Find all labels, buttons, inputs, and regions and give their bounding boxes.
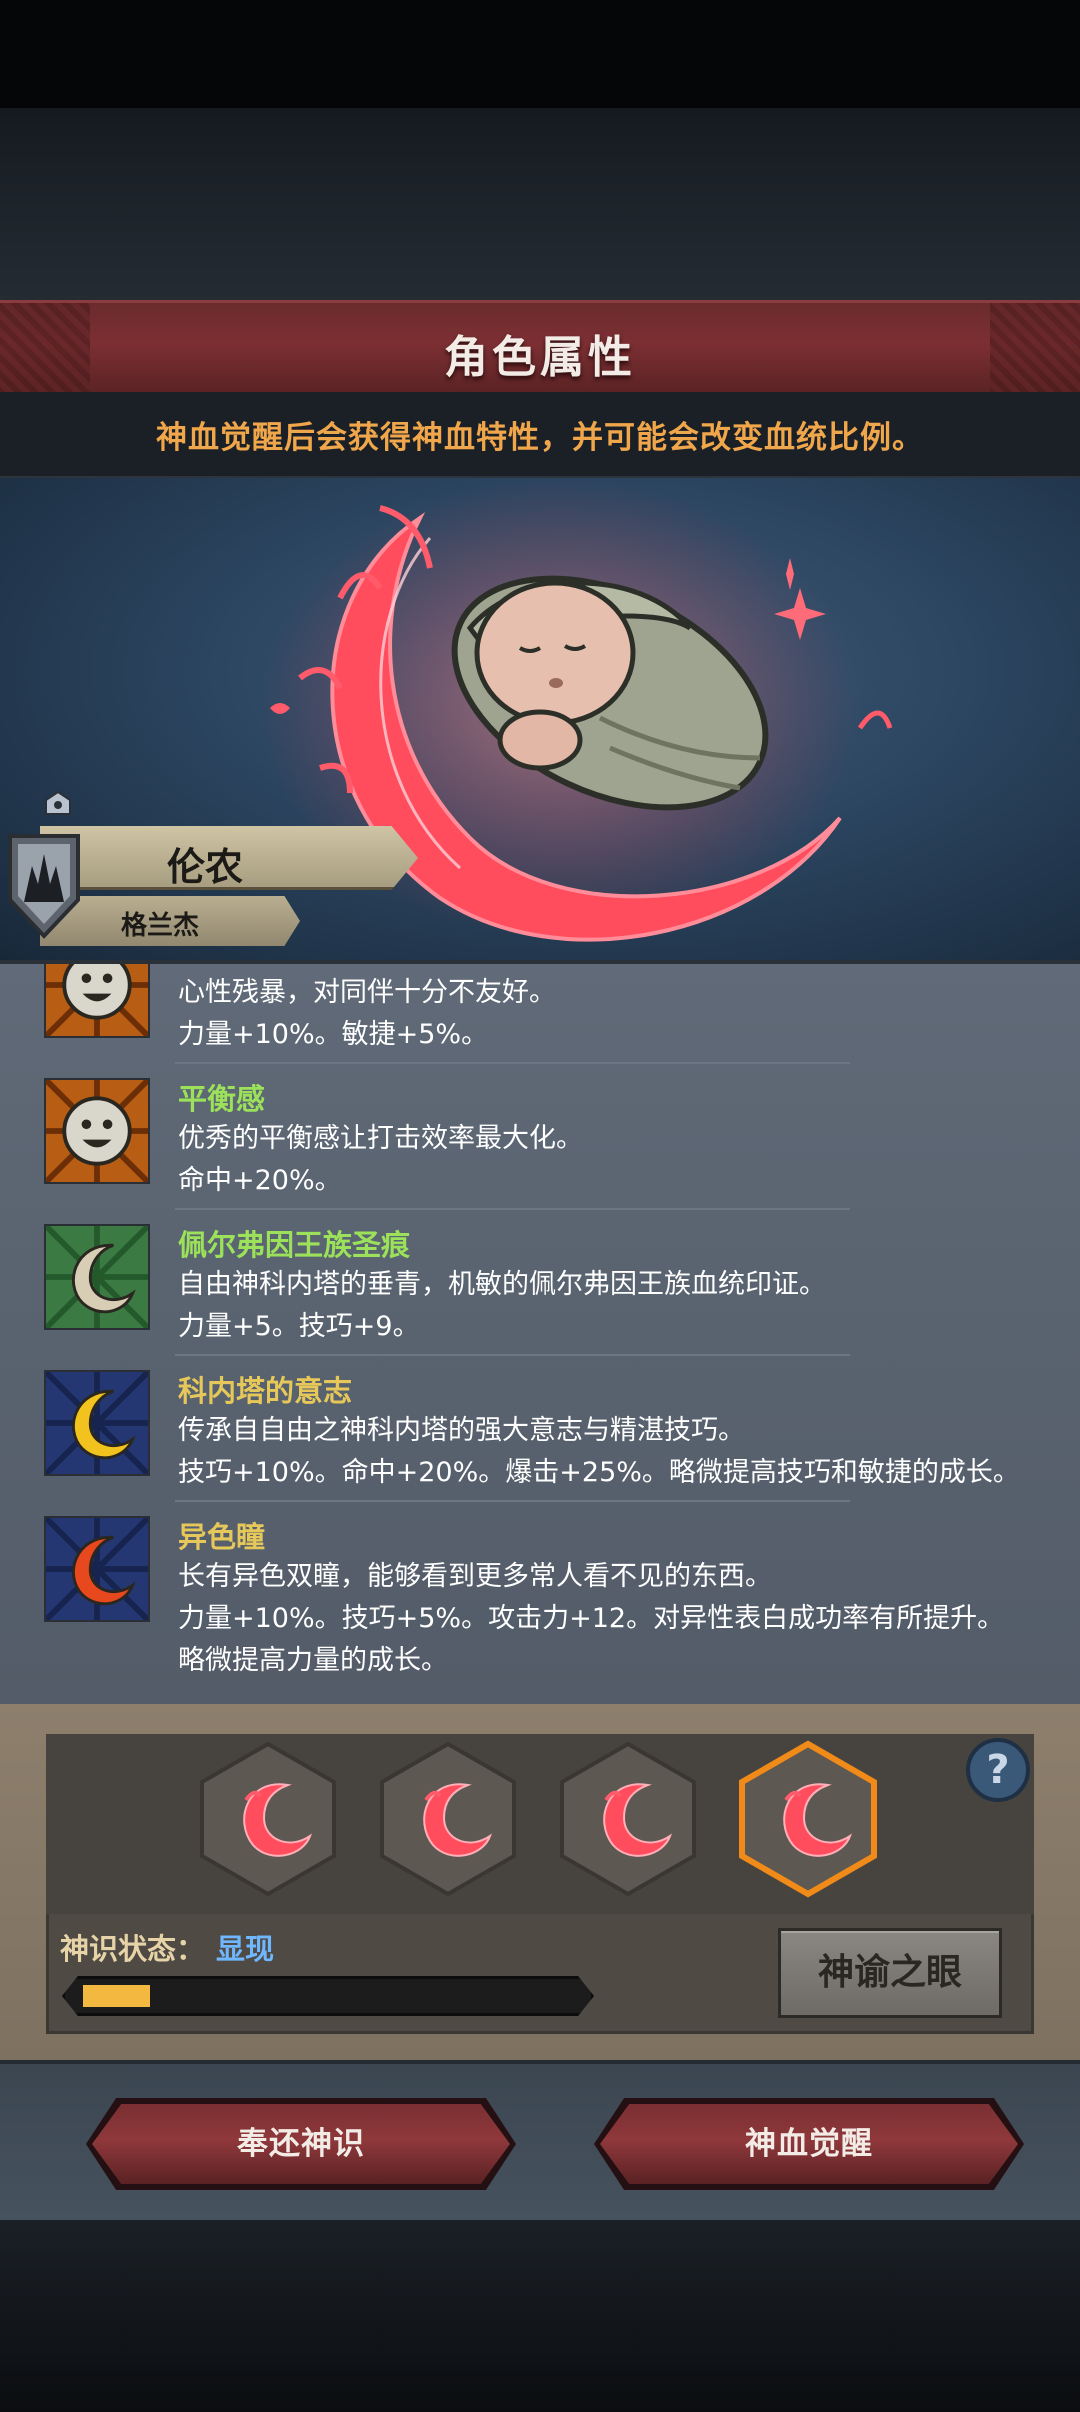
trait-description: 心性残暴，对同伴十分不友好。 力量+10%。敏捷+5%。: [178, 972, 1058, 1056]
trait-desc-line: 长有异色双瞳，能够看到更多常人看不见的东西。: [178, 1561, 772, 1592]
trait-description: 自由神科内塔的垂青，机敏的佩尔弗因王族血统印证。 力量+5。技巧+9。: [178, 1264, 1058, 1348]
divine-sense-status-label: 神识状态：: [60, 1932, 206, 1966]
trait-description: 长有异色双瞳，能够看到更多常人看不见的东西。 力量+10%。技巧+5%。攻击力+…: [178, 1556, 1058, 1682]
title-banner: 角色属性: [0, 300, 1080, 395]
trait-name: 佩尔弗因王族圣痕: [178, 1228, 411, 1262]
trait-effect-line: 力量+5。技巧+9。: [178, 1311, 420, 1342]
divider: [175, 1354, 850, 1356]
button-label: 神血觉醒: [745, 2126, 873, 2162]
page-title: 角色属性: [444, 332, 636, 383]
trait-desc-line: 优秀的平衡感让打击效率最大化。: [178, 1123, 583, 1154]
button-label: 奉还神识: [237, 2126, 365, 2162]
gold-crescent-icon: [44, 1370, 150, 1476]
trait-desc-line: 自由神科内塔的垂青，机敏的佩尔弗因王族血统印证。: [178, 1269, 826, 1300]
oracle-eye-button[interactable]: 神谕之眼: [778, 1928, 1002, 2018]
smiley-sun-icon: [44, 1078, 150, 1184]
trait-name: 异色瞳: [178, 1520, 266, 1554]
trait-effect-line: 力量+10%。敏捷+5%。: [178, 1019, 489, 1050]
bloodline-slot[interactable]: [198, 1740, 338, 1898]
trait-item[interactable]: 心性残暴，对同伴十分不友好。 力量+10%。敏捷+5%。: [0, 964, 1080, 1066]
divider: [175, 1062, 850, 1064]
divider: [175, 1208, 850, 1210]
trait-name: 平衡感: [178, 1082, 266, 1116]
status-bar-area: [0, 0, 1080, 108]
character-name: 伦农: [166, 845, 243, 889]
trait-desc-line: 心性残暴，对同伴十分不友好。: [178, 977, 556, 1008]
hint-text: 神血觉醒后会获得神血特性，并可能会改变血统比例。: [156, 420, 924, 456]
trait-description: 传承自自由之神科内塔的强大意志与精湛技巧。 技巧+10%。命中+20%。爆击+2…: [178, 1410, 1058, 1494]
return-divine-sense-button[interactable]: 奉还神识: [86, 2098, 516, 2190]
bloodline-slot[interactable]: [378, 1740, 518, 1898]
divider: [175, 1500, 850, 1502]
trait-effect-line: 力量+10%。技巧+5%。攻击力+12。对异性表白成功率有所提升。: [178, 1603, 1005, 1634]
trait-item[interactable]: 科内塔的意志 传承自自由之神科内塔的强大意志与精湛技巧。 技巧+10%。命中+2…: [0, 1358, 1080, 1504]
bottom-backdrop: [0, 2220, 1080, 2412]
bloodline-slot-selected[interactable]: [738, 1740, 878, 1898]
white-crescent-icon: [44, 1224, 150, 1330]
red-crescent-icon: [44, 1516, 150, 1622]
trait-item[interactable]: 平衡感 优秀的平衡感让打击效率最大化。 命中+20%。: [0, 1066, 1080, 1212]
trait-item[interactable]: 异色瞳 长有异色双瞳，能够看到更多常人看不见的东西。 力量+10%。技巧+5%。…: [0, 1504, 1080, 1704]
smiley-sun-icon: [44, 964, 150, 1038]
divine-sense-status-value: 显现: [216, 1932, 275, 1966]
progress-fill: [83, 1985, 150, 2007]
trait-item[interactable]: 佩尔弗因王族圣痕 自由神科内塔的垂青，机敏的佩尔弗因王族血统印证。 力量+5。技…: [0, 1212, 1080, 1358]
bloodline-slot[interactable]: [558, 1740, 698, 1898]
help-icon[interactable]: ?: [966, 1738, 1030, 1802]
slots-area: [46, 1734, 1034, 1914]
trait-description: 优秀的平衡感让打击效率最大化。 命中+20%。: [178, 1118, 1058, 1202]
trait-effect-line: 命中+20%。: [178, 1165, 342, 1196]
trait-effect-line: 略微提高力量的成长。: [178, 1645, 448, 1676]
divine-sense-progress-bar: [62, 1976, 594, 2016]
trait-effect-line: 技巧+10%。命中+20%。爆击+25%。略微提高技巧和敏捷的成长。: [178, 1457, 1020, 1488]
blood-awaken-button[interactable]: 神血觉醒: [594, 2098, 1024, 2190]
top-backdrop: [0, 108, 1080, 300]
trait-name: 科内塔的意志: [178, 1374, 353, 1408]
trait-desc-line: 传承自自由之神科内塔的强大意志与精湛技巧。: [178, 1415, 745, 1446]
hint-bar: 神血觉醒后会获得神血特性，并可能会改变血统比例。: [0, 392, 1080, 478]
rank-badge-icon: [45, 790, 71, 815]
trait-list[interactable]: 心性残暴，对同伴十分不友好。 力量+10%。敏捷+5%。 平衡感 优秀的平衡感让…: [0, 960, 1080, 1704]
shield-crest-icon: [8, 834, 80, 939]
